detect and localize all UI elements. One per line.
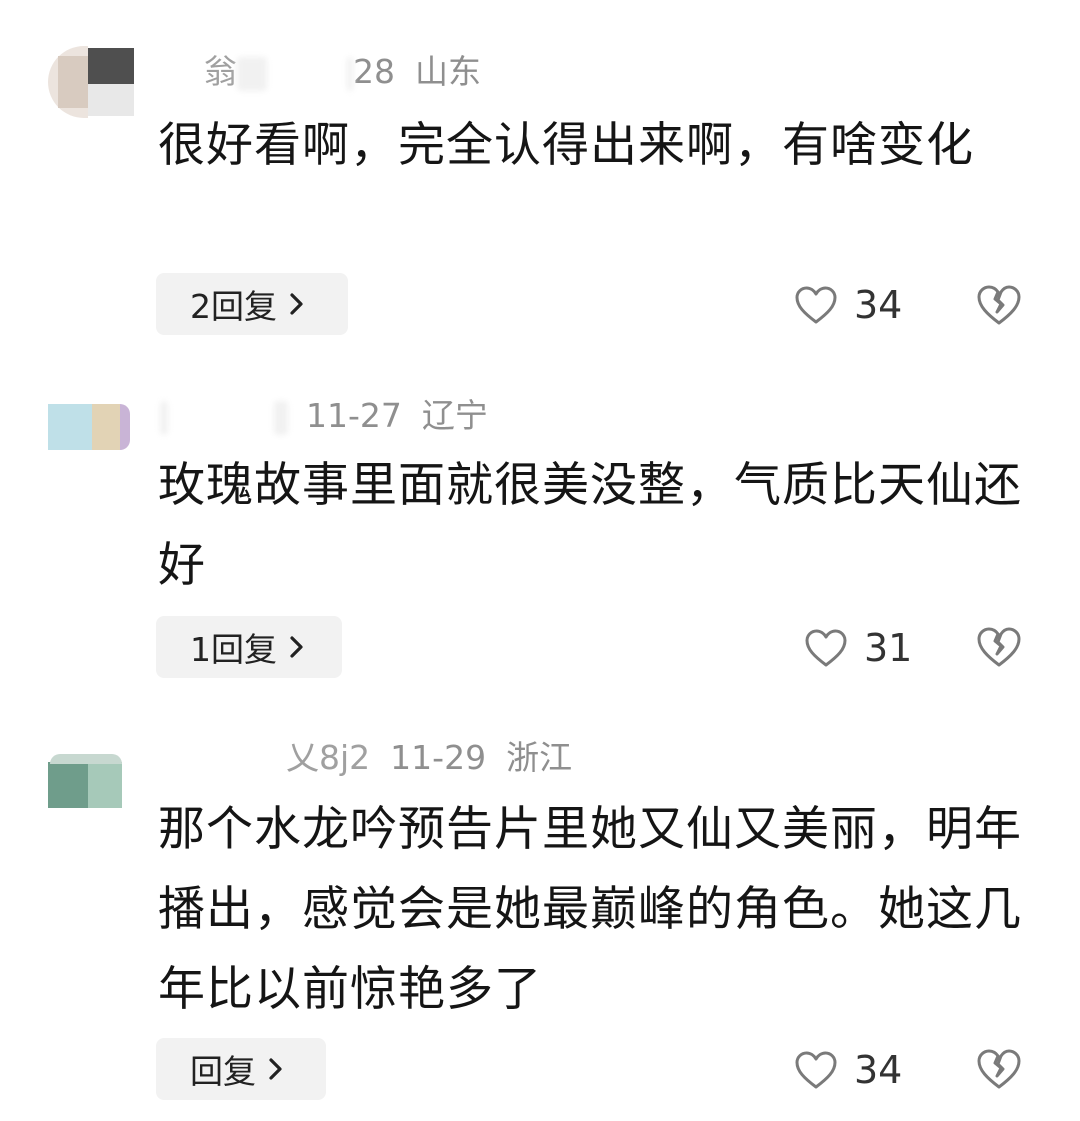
reply-label: 1回复 <box>190 630 277 669</box>
username-redaction <box>160 400 168 435</box>
username-fragment: 翁 <box>204 52 237 91</box>
comment-date: 11-29 <box>390 738 487 777</box>
reply-button[interactable]: 回复 <box>156 1038 326 1100</box>
like-button[interactable]: 34 <box>794 1039 906 1101</box>
like-count: 34 <box>854 1048 903 1092</box>
comment-text: 很好看啊，完全认得出来啊，有啥变化 <box>158 118 974 173</box>
date-redaction <box>347 56 353 91</box>
reply-label: 2回复 <box>190 287 277 326</box>
reply-button[interactable]: 2回复 <box>156 273 348 335</box>
avatar[interactable] <box>48 46 134 118</box>
heart-outline-icon <box>795 286 837 324</box>
comment-text: 玫瑰故事里面就很美没整，气质比天仙还好 <box>158 458 1022 593</box>
like-count: 31 <box>864 626 913 670</box>
comment-text: 那个水龙吟预告片里她又仙又美丽，明年播出，感觉会是她最巅峰的角色。她这几年比以前… <box>158 802 1022 1017</box>
comment-location: 浙江 <box>506 738 573 777</box>
comment-meta: 11-27 辽宁 <box>160 394 488 438</box>
broken-heart-icon[interactable] <box>976 626 1022 668</box>
avatar[interactable] <box>48 404 134 454</box>
like-count: 34 <box>854 283 903 327</box>
comment-meta: 翁 28 山东 <box>160 50 481 94</box>
comment-meta: 乂8j2 11-29 浙江 <box>160 736 572 780</box>
like-button[interactable]: 31 <box>804 617 916 679</box>
username-fragment: 乂8j2 <box>286 738 371 777</box>
comment-location: 辽宁 <box>421 396 488 435</box>
comment-date: 11-27 <box>306 396 402 435</box>
username-redaction <box>237 56 267 91</box>
chevron-right-icon <box>290 636 303 658</box>
broken-heart-icon[interactable] <box>976 1048 1022 1090</box>
chevron-right-icon <box>290 293 303 315</box>
chevron-right-icon <box>269 1058 282 1080</box>
broken-heart-icon[interactable] <box>976 284 1022 326</box>
comment-location: 山东 <box>415 52 481 91</box>
heart-outline-icon <box>805 629 847 667</box>
reply-button[interactable]: 1回复 <box>156 616 342 678</box>
like-button[interactable]: 34 <box>794 274 906 336</box>
avatar[interactable] <box>48 740 134 812</box>
comment-date: 28 <box>353 52 395 91</box>
reply-label: 回复 <box>190 1052 256 1091</box>
heart-outline-icon <box>795 1051 837 1089</box>
username-redaction-end <box>274 400 288 435</box>
